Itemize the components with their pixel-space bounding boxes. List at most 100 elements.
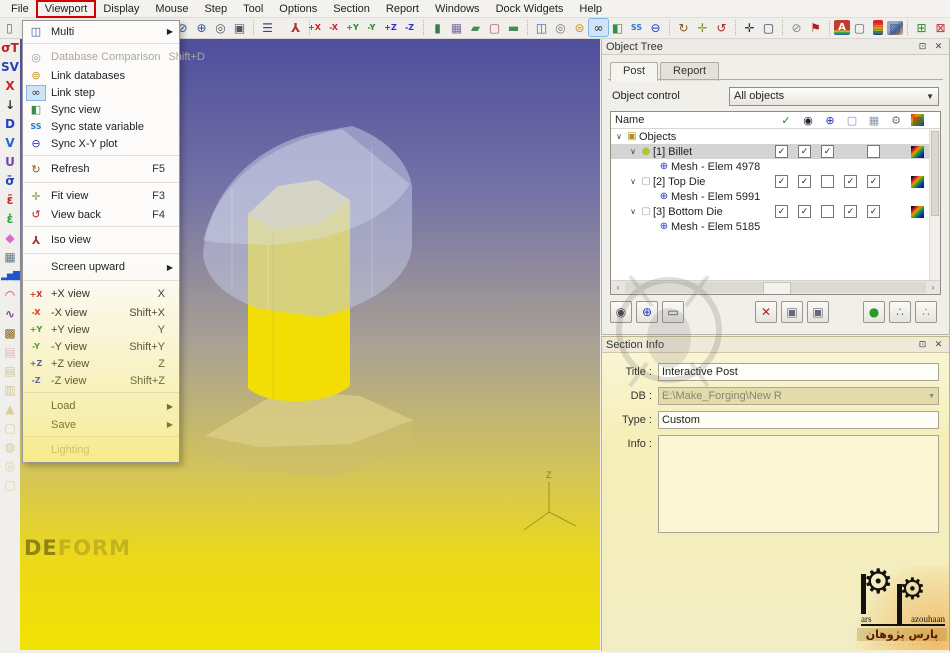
- menu-item[interactable]: ∞ Link step: [23, 84, 179, 101]
- visible-col-icon[interactable]: ✓: [775, 114, 797, 127]
- curve-colorbar-icon[interactable]: ◠: [1, 285, 19, 304]
- solid-checkbox[interactable]: [867, 205, 880, 218]
- scroll-right-icon[interactable]: ›: [926, 283, 940, 292]
- title-input[interactable]: [658, 363, 939, 381]
- outline-checkbox[interactable]: [844, 205, 857, 218]
- close-panel-icon[interactable]: ✕: [932, 41, 945, 53]
- velocity-icon[interactable]: V: [1, 133, 19, 152]
- menu-bar-item[interactable]: Help: [572, 2, 609, 16]
- strain-rate-icon[interactable]: ε̇: [1, 209, 19, 228]
- stop-icon[interactable]: ⊘: [787, 19, 806, 36]
- shade-checkbox[interactable]: [798, 175, 811, 188]
- menu-bar-item[interactable]: Dock Widgets: [489, 2, 571, 16]
- menu-bar-item[interactable]: Tool: [236, 2, 270, 16]
- solid-checkbox[interactable]: [867, 175, 880, 188]
- zoom-window-icon[interactable]: ▣: [230, 19, 249, 36]
- region-icon[interactable]: ▢: [759, 19, 778, 36]
- tree-row[interactable]: ∨ ● [1] Billet: [611, 144, 940, 159]
- damage-icon[interactable]: D: [1, 114, 19, 133]
- solid-col-icon[interactable]: ▦: [863, 114, 885, 127]
- menu-bar-item[interactable]: Mouse: [148, 2, 195, 16]
- add-viewport-icon[interactable]: ⊞: [912, 19, 931, 36]
- menu-bar-item[interactable]: Options: [272, 2, 324, 16]
- sync-view-icon[interactable]: ◧: [608, 19, 627, 36]
- stress-temperature-icon[interactable]: σT: [1, 38, 19, 57]
- new-file-icon[interactable]: ▯: [0, 19, 19, 36]
- tab[interactable]: Post: [610, 62, 658, 81]
- database-comparison-icon[interactable]: ◎: [551, 19, 570, 36]
- tree-row[interactable]: ∨ ▣ Objects: [611, 129, 940, 144]
- tree-row[interactable]: ∨ ▢ [2] Top Die: [611, 174, 940, 189]
- iso-view-icon[interactable]: Y: [286, 19, 305, 36]
- visible-checkbox[interactable]: [775, 205, 788, 218]
- menu-item[interactable]: Y Iso view: [23, 226, 179, 250]
- menu-bar-item[interactable]: Windows: [428, 2, 487, 16]
- menu-item[interactable]: Save ▶: [23, 416, 179, 433]
- displacement-icon[interactable]: U: [1, 152, 19, 171]
- section-info-titlebar[interactable]: Section Info ⊡ ✕: [602, 337, 949, 353]
- type-input[interactable]: [658, 411, 939, 429]
- remove-viewport-icon[interactable]: ⊠: [931, 19, 950, 36]
- multi-viewport-icon[interactable]: ◫: [532, 19, 551, 36]
- book-icon[interactable]: ▥: [1, 380, 19, 399]
- mesh-col-icon[interactable]: ⊕: [819, 114, 841, 127]
- expand-icon[interactable]: ∨: [627, 207, 639, 216]
- gear-col-icon[interactable]: ⚙: [885, 114, 907, 127]
- menu-bar-item[interactable]: Display: [96, 2, 146, 16]
- mesh-checkbox[interactable]: [821, 145, 834, 158]
- shaded-mode-icon[interactable]: ▮: [428, 19, 447, 36]
- tool2-icon[interactable]: ◍: [1, 437, 19, 456]
- menu-item[interactable]: ◎ Database Comparison Shift+D: [23, 43, 179, 67]
- expand-icon[interactable]: ∨: [627, 147, 639, 156]
- wireframe-mode-icon[interactable]: ▦: [447, 19, 466, 36]
- cone-icon[interactable]: ◆: [1, 228, 19, 247]
- zn-view-icon[interactable]: -Z: [400, 19, 419, 36]
- menu-item[interactable]: ⊖ Sync X-Y plot: [23, 135, 179, 152]
- fit-view-icon[interactable]: ✛: [693, 19, 712, 36]
- cone2-icon[interactable]: ▲: [1, 399, 19, 418]
- effective-stress-icon[interactable]: σ̄: [1, 171, 19, 190]
- menu-item[interactable]: -X -X view Shift+X: [23, 304, 179, 321]
- cube-a-button[interactable]: ▣: [781, 301, 803, 323]
- visible-checkbox[interactable]: [775, 175, 788, 188]
- flownet-icon[interactable]: ▩: [1, 323, 19, 342]
- feature-mode-icon[interactable]: ▬: [504, 19, 523, 36]
- tree-row[interactable]: ⊕ Mesh - Elem 5991: [611, 189, 940, 204]
- menu-item[interactable]: Lighting: [23, 436, 179, 460]
- menu-item[interactable]: ◫ Multi ▶: [23, 23, 179, 40]
- nodes-add-button[interactable]: ∴: [915, 301, 937, 323]
- tool3-icon[interactable]: ◎: [1, 456, 19, 475]
- expand-icon[interactable]: ∨: [627, 177, 639, 186]
- yn-view-icon[interactable]: -Y: [362, 19, 381, 36]
- zoom-icon[interactable]: ◎: [211, 19, 230, 36]
- object-tree-titlebar[interactable]: Object Tree ⊡ ✕: [602, 39, 949, 55]
- outline-checkbox[interactable]: [844, 175, 857, 188]
- info-textarea[interactable]: [658, 435, 939, 533]
- tool4-icon[interactable]: ▢: [1, 475, 19, 494]
- texture-col-icon[interactable]: ▩: [911, 114, 924, 126]
- tree-row[interactable]: ∨ ▢ [3] Bottom Die: [611, 204, 940, 219]
- x-view-icon[interactable]: +X: [305, 19, 324, 36]
- xn-view-icon[interactable]: -X: [324, 19, 343, 36]
- highlight-object-button[interactable]: ◉: [610, 301, 632, 323]
- rotate-z-icon[interactable]: ⊕: [192, 19, 211, 36]
- tree-row[interactable]: ⊕ Mesh - Elem 5185: [611, 219, 940, 234]
- link-step-icon[interactable]: ∞: [589, 19, 608, 36]
- tree-row[interactable]: ⊕ Mesh - Elem 4978: [611, 159, 940, 174]
- wave-icon[interactable]: ∿: [1, 304, 19, 323]
- menu-item[interactable]: SS Sync state variable: [23, 118, 179, 135]
- cube-b-button[interactable]: ▣: [807, 301, 829, 323]
- close-panel-icon[interactable]: ✕: [932, 339, 945, 351]
- menu-item[interactable]: ↻ Refresh F5: [23, 155, 179, 179]
- point-button[interactable]: ●: [863, 301, 885, 323]
- point-icon[interactable]: ✛: [740, 19, 759, 36]
- mesh-checkbox[interactable]: [821, 205, 834, 218]
- outline-col-icon[interactable]: ▢: [841, 114, 863, 127]
- sync-xy-plot-icon[interactable]: ⊖: [646, 19, 665, 36]
- float-panel-icon[interactable]: ⊡: [916, 339, 929, 351]
- menu-bar-item[interactable]: Section: [326, 2, 377, 16]
- solid-mode-icon[interactable]: ▰: [466, 19, 485, 36]
- clipboard-icon[interactable]: ▤: [1, 342, 19, 361]
- link-databases-icon[interactable]: ⊜: [570, 19, 589, 36]
- y-view-icon[interactable]: +Y: [343, 19, 362, 36]
